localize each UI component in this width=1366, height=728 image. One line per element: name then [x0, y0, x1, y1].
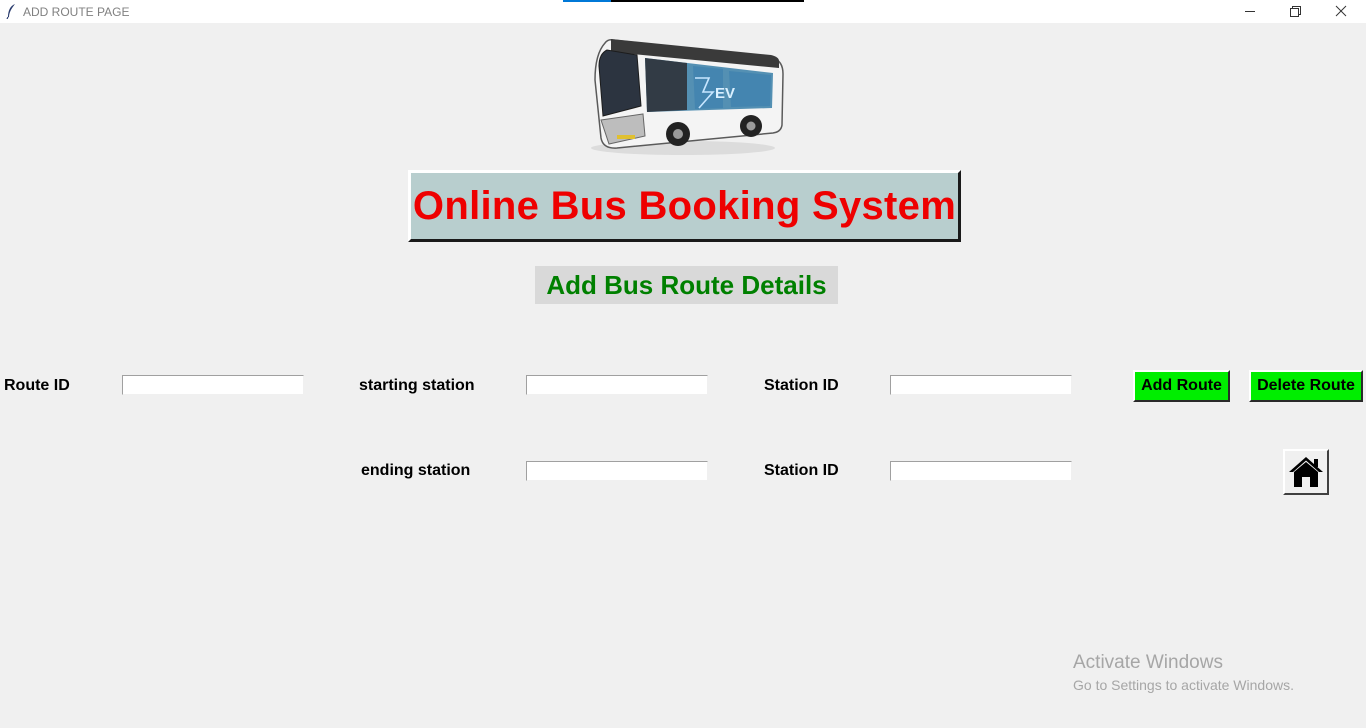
end-station-id-label: Station ID [764, 462, 839, 479]
add-route-button[interactable]: Add Route [1133, 370, 1230, 402]
minimize-icon [1245, 11, 1255, 12]
route-id-input[interactable] [122, 375, 304, 395]
window-title: ADD ROUTE PAGE [23, 5, 130, 19]
starting-station-label: starting station [359, 377, 475, 394]
home-icon [1289, 457, 1323, 487]
starting-station-input[interactable] [526, 375, 708, 395]
restore-button[interactable] [1272, 0, 1318, 23]
ending-station-label: ending station [361, 462, 471, 479]
close-button[interactable] [1318, 0, 1364, 23]
route-id-label: Route ID [4, 377, 70, 394]
end-station-id-input[interactable] [890, 461, 1072, 481]
start-station-id-input[interactable] [890, 375, 1072, 395]
bus-image: EV [583, 28, 785, 163]
home-button[interactable] [1283, 449, 1329, 495]
section-subtitle: Add Bus Route Details [535, 266, 838, 304]
maximize-icon [1290, 6, 1301, 17]
header-banner: Online Bus Booking System [408, 170, 961, 242]
start-station-id-label: Station ID [764, 377, 839, 394]
taskbar-strip [563, 0, 804, 2]
minimize-button[interactable] [1227, 0, 1273, 23]
svg-text:EV: EV [715, 85, 735, 102]
activate-windows-title: Activate Windows [1073, 652, 1223, 673]
feather-icon [5, 3, 17, 24]
activate-windows-hint: Go to Settings to activate Windows. [1073, 677, 1294, 693]
ending-station-input[interactable] [526, 461, 708, 481]
delete-route-button[interactable]: Delete Route [1249, 370, 1363, 402]
close-icon [1335, 5, 1347, 17]
page-title: Online Bus Booking System [412, 183, 957, 228]
title-bar: ADD ROUTE PAGE [0, 0, 1366, 23]
